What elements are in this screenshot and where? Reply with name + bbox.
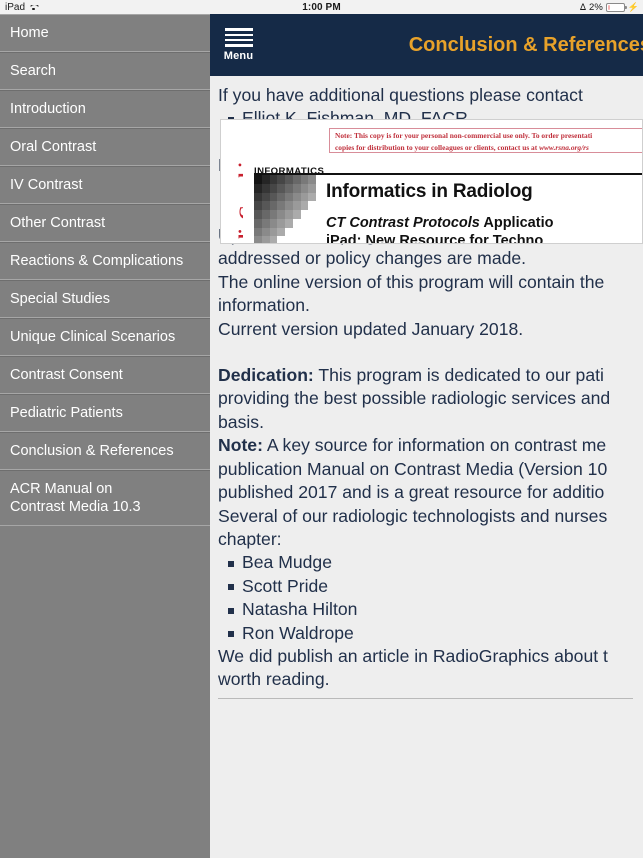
copyright-note-line-1: Note: This copy is for your personal non…: [335, 131, 593, 140]
online-version-text-line-1: The online version of this program will …: [218, 271, 605, 292]
credit-name-text: Scott Pride: [242, 575, 329, 596]
copyright-note: Note: This copy is for your personal non…: [329, 128, 642, 153]
note-paragraph-line-1: Note: A key source for information on co…: [218, 434, 643, 457]
main-pane: Menu Conclusion & References If you have…: [210, 14, 643, 858]
credits-list: Bea Mudge Scott Pride Natasha Hilton Ron…: [218, 551, 643, 645]
hamburger-menu-icon: [224, 28, 253, 47]
page-title: Conclusion & References: [408, 33, 643, 56]
dedication-label: Dedication:: [218, 365, 314, 386]
status-bar-right: ᐃ 2% ⚡: [580, 2, 639, 13]
contact-intro-text: If you have additional questions please …: [218, 85, 583, 105]
closing-text-line-2: worth reading.: [218, 669, 330, 690]
copyright-note-line-2: copies for distribution to your colleagu…: [335, 142, 540, 152]
list-item: Scott Pride: [242, 575, 643, 598]
dedication-paragraph-line-1: Dedication: This program is dedicated to…: [218, 364, 643, 387]
sidebar-item-introduction[interactable]: Introduction: [0, 90, 210, 128]
note-text-1: A key source for information on contrast…: [262, 435, 607, 456]
article-title: Informatics in Radiolog: [326, 181, 533, 202]
journal-spine: RadioGraphics: [221, 155, 243, 244]
list-item: Bea Mudge: [242, 551, 643, 574]
menu-button[interactable]: Menu: [210, 14, 267, 76]
list-item: Natasha Hilton: [242, 598, 643, 621]
sidebar-item-iv-contrast[interactable]: IV Contrast: [0, 166, 210, 204]
bluetooth-icon: ᐃ: [579, 1, 587, 12]
sidebar-item-unique-clinical-scenarios[interactable]: Unique Clinical Scenarios: [0, 318, 210, 356]
sidebar-item-pediatric-patients[interactable]: Pediatric Patients: [0, 394, 210, 432]
status-bar-clock: 1:00 PM: [302, 1, 341, 13]
sidebar-item-other-contrast[interactable]: Other Contrast: [0, 204, 210, 242]
note-paragraph-line-4: Several of our radiologic technologists …: [218, 505, 608, 526]
article-subtitle-line-2: iPad: New Resource for Techno: [326, 233, 544, 244]
sidebar-item-oral-contrast[interactable]: Oral Contrast: [0, 128, 210, 166]
dedication-text-1: This program is dedicated to our pati: [313, 365, 604, 386]
closing-text-line-1: We did publish an article in RadioGraphi…: [218, 645, 608, 666]
menu-button-label: Menu: [223, 49, 254, 62]
note-paragraph-line-5: chapter:: [218, 528, 282, 549]
article-subtitle-rest: Applicatio: [479, 215, 554, 231]
sidebar-item-search[interactable]: Search: [0, 52, 210, 90]
credit-name-text: Ron Waldrope: [242, 622, 354, 643]
dedication-paragraph-line-3: basis.: [218, 411, 264, 432]
battery-icon: [605, 2, 627, 12]
sidebar-item-special-studies[interactable]: Special Studies: [0, 280, 210, 318]
dedication-paragraph-line-2: providing the best possible radiologic s…: [218, 388, 611, 409]
copyright-note-url: www.rsna.org/rs: [539, 142, 589, 152]
updates-text-line-2: addressed or policy changes are made.: [218, 248, 527, 269]
online-version-text-line-2: information.: [218, 295, 310, 316]
content-divider: [218, 697, 633, 699]
journal-name-text: RadioGraphics: [236, 155, 243, 244]
sidebar-item-home[interactable]: Home: [0, 14, 210, 52]
note-paragraph-line-2: publication Manual on Contrast Media (Ve…: [218, 458, 608, 479]
credit-name-text: Natasha Hilton: [242, 599, 358, 620]
gradient-square-graphic: [254, 175, 316, 243]
page-content: If you have additional questions please …: [210, 76, 643, 858]
note-paragraph-line-3: published 2017 and is a great resource f…: [218, 482, 605, 503]
sidebar-navigation[interactable]: Home Search Introduction Oral Contrast I…: [0, 14, 210, 858]
ios-status-bar: iPad 1:00 PM ᐃ 2% ⚡: [0, 0, 643, 14]
sidebar-item-conclusion-references[interactable]: Conclusion & References: [0, 432, 210, 470]
note-label: Note:: [218, 435, 263, 456]
radiographics-article-thumbnail[interactable]: Note: This copy is for your personal non…: [220, 119, 643, 244]
list-item: Ron Waldrope: [242, 622, 643, 645]
battery-percent-label: 2%: [589, 1, 603, 13]
sidebar-item-reactions-complications[interactable]: Reactions & Complications: [0, 242, 210, 280]
article-subtitle-italic: CT Contrast Protocols: [326, 215, 480, 231]
sidebar-item-acr-manual[interactable]: ACR Manual on Contrast Media 10.3: [0, 470, 210, 526]
paragraph-spacer-2: [218, 341, 643, 364]
sidebar-item-contrast-consent[interactable]: Contrast Consent: [0, 356, 210, 394]
lightning-bolt-icon: ⚡: [627, 1, 639, 12]
app-navigation-bar: Menu Conclusion & References: [210, 14, 643, 76]
credit-name-text: Bea Mudge: [242, 552, 332, 573]
current-version-text: Current version updated January 2018.: [218, 318, 524, 339]
